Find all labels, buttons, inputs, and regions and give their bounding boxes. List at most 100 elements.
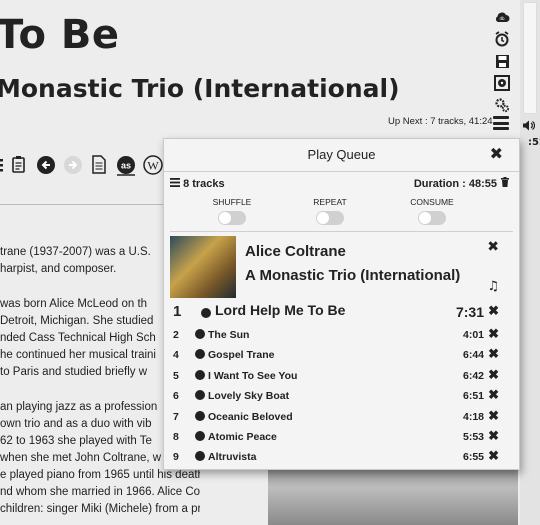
spotify-icon <box>201 308 211 318</box>
track-number: 1 <box>173 303 182 320</box>
remove-track-icon[interactable]: ✖ <box>488 346 499 362</box>
repeat-toggle[interactable]: REPEAT <box>300 197 360 225</box>
track-count: 8 tracks <box>170 178 225 190</box>
album-name: A Monastic Trio (International) <box>245 267 461 284</box>
track-row[interactable]: 2 The Sun 4:01 ✖ <box>164 325 519 345</box>
track-duration: 6:51 <box>462 390 484 403</box>
queue-menu-icon[interactable] <box>493 116 509 130</box>
track-number: 4 <box>173 349 179 362</box>
repeat-label: REPEAT <box>313 197 347 207</box>
track-title: I Want To See You <box>208 369 298 382</box>
track-duration: 4:18 <box>462 410 484 423</box>
track-list: 1 Lord Help Me To Be 7:31 ✖ 2 The Sun 4:… <box>164 299 519 468</box>
track-duration: 7:31 <box>455 304 484 320</box>
consume-switch[interactable] <box>418 211 446 225</box>
consume-label: CONSUME <box>410 197 454 207</box>
track-duration: 4:01 <box>462 329 484 341</box>
queue-duration: Duration : 48:55 <box>413 178 497 190</box>
track-number: 9 <box>173 451 179 464</box>
cloud-icon[interactable]: db <box>490 6 514 28</box>
wikipedia-icon[interactable]: W <box>143 155 163 175</box>
save-icon[interactable] <box>490 50 514 72</box>
bio-line: children: singer Miki (Michele) from a p… <box>0 503 200 515</box>
music-note-icon: ♫ <box>487 279 499 294</box>
remove-track-icon[interactable]: ✖ <box>488 448 499 464</box>
close-icon[interactable]: ✖ <box>490 144 503 163</box>
remove-track-icon[interactable]: ✖ <box>488 428 499 444</box>
back-arrow-icon[interactable] <box>37 156 55 174</box>
spotify-icon <box>195 369 205 380</box>
spotify-icon <box>195 390 205 401</box>
track-row[interactable]: 6 Lovely Sky Boat 6:51 ✖ <box>164 386 519 406</box>
spotify-icon <box>195 329 205 339</box>
elapsed-time: :52 <box>528 137 540 148</box>
list-icon[interactable] <box>0 159 3 172</box>
track-title: Oceanic Beloved <box>208 410 293 423</box>
remove-album-icon[interactable]: ✖ <box>487 239 499 255</box>
trash-icon[interactable] <box>501 177 509 190</box>
track-row-current[interactable]: 1 Lord Help Me To Be 7:31 ✖ <box>164 299 519 325</box>
shuffle-switch[interactable] <box>218 211 246 225</box>
album-artist: Alice Coltrane <box>245 243 346 260</box>
track-title: Atomic Peace <box>208 430 277 443</box>
track-count-label: 8 tracks <box>183 178 225 190</box>
track-number: 7 <box>173 410 179 423</box>
consume-toggle[interactable]: CONSUME <box>402 197 462 225</box>
page-subtitle: Monastic Trio (International) <box>0 74 400 103</box>
track-row[interactable]: 8 Atomic Peace 5:53 ✖ <box>164 427 519 447</box>
page-title: To Be <box>0 12 120 58</box>
track-duration: 5:53 <box>462 430 484 443</box>
play-queue-panel: Play Queue ✖ 8 tracks Duration : 48:55 S… <box>163 138 520 470</box>
list-icon <box>170 178 180 187</box>
remove-track-icon[interactable]: ✖ <box>488 408 499 424</box>
queue-summary: 8 tracks Duration : 48:55 <box>170 177 509 194</box>
bio-line: nd whom she married in 1966. Alice Coltr… <box>0 486 200 498</box>
track-duration: 6:55 <box>462 451 484 464</box>
shuffle-toggle[interactable]: SHUFFLE <box>202 197 262 225</box>
track-row[interactable]: 5 I Want To See You 6:42 ✖ <box>164 366 519 386</box>
track-title: Gospel Trane <box>208 349 275 362</box>
document-icon[interactable] <box>92 155 106 174</box>
track-title: The Sun <box>208 329 250 341</box>
track-duration: 6:42 <box>462 369 484 382</box>
track-number: 8 <box>173 430 179 443</box>
media-player-icon[interactable] <box>490 72 514 94</box>
volume-icon[interactable] <box>523 120 536 134</box>
track-title: Lord Help Me To Be <box>215 302 346 318</box>
shuffle-label: SHUFFLE <box>212 197 252 207</box>
track-row[interactable]: 7 Oceanic Beloved 4:18 ✖ <box>164 407 519 427</box>
remove-track-icon[interactable]: ✖ <box>488 387 499 403</box>
spotify-icon <box>195 349 205 360</box>
spotify-icon <box>195 430 205 441</box>
play-queue-title: Play Queue <box>307 147 376 162</box>
track-number: 5 <box>173 369 179 382</box>
playback-toggles: SHUFFLE REPEAT CONSUME <box>164 197 519 229</box>
spotify-icon <box>195 410 205 421</box>
forward-arrow-icon[interactable] <box>64 156 82 174</box>
repeat-switch[interactable] <box>316 211 344 225</box>
svg-text:db: db <box>499 16 505 21</box>
track-title: Altruvista <box>208 451 257 464</box>
queue-divider <box>170 231 513 232</box>
clipboard-icon[interactable] <box>12 156 25 173</box>
play-queue-header: Play Queue ✖ <box>164 139 519 172</box>
remove-track-icon[interactable]: ✖ <box>488 326 499 342</box>
svg-text:as: as <box>121 161 131 171</box>
scrollbar-thumb[interactable] <box>523 2 537 114</box>
track-row[interactable]: 9 Altruvista 6:55 ✖ <box>164 447 519 467</box>
album-cover[interactable] <box>170 236 236 298</box>
spotify-icon <box>195 451 205 462</box>
track-row[interactable]: 4 Gospel Trane 6:44 ✖ <box>164 345 519 365</box>
lastfm-icon[interactable]: as <box>117 156 135 176</box>
track-number: 2 <box>173 329 179 341</box>
svg-text:W: W <box>147 159 159 173</box>
track-title: Lovely Sky Boat <box>208 390 290 403</box>
settings-gears-icon[interactable] <box>490 94 514 116</box>
track-duration: 6:44 <box>462 349 484 362</box>
alarm-clock-icon[interactable] <box>490 28 514 50</box>
remove-track-icon[interactable]: ✖ <box>488 303 499 319</box>
right-toolbar: db <box>490 6 514 116</box>
remove-track-icon[interactable]: ✖ <box>488 367 499 383</box>
track-number: 6 <box>173 390 179 403</box>
up-next-status: Up Next : 7 tracks, 41:24 <box>388 116 493 127</box>
